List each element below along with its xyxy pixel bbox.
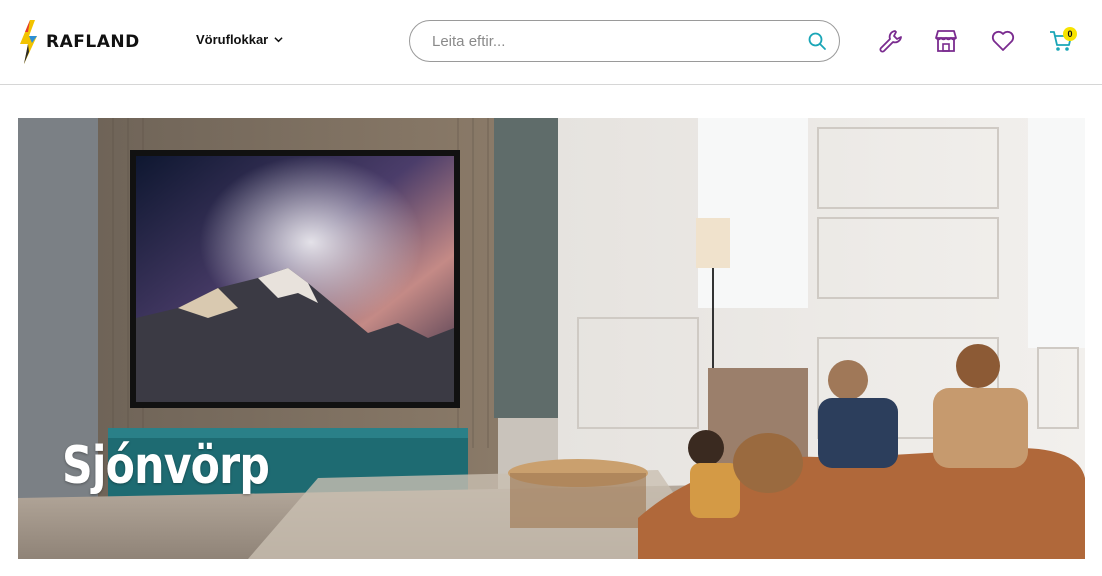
store-icon[interactable] <box>933 28 959 54</box>
lightning-bolt-icon <box>20 20 37 64</box>
site-header: RAFLAND Vöruflokkar 0 <box>0 0 1102 85</box>
hero-title: Sjónvörp <box>62 436 270 496</box>
brand-name: RAFLAND <box>46 32 140 52</box>
hero-banner[interactable]: Sjónvörp <box>18 118 1085 559</box>
cart-count-badge: 0 <box>1063 27 1077 41</box>
search-icon[interactable] <box>807 31 827 51</box>
brand-logo[interactable]: RAFLAND <box>16 19 140 65</box>
heart-icon[interactable] <box>990 28 1016 54</box>
categories-menu-button[interactable]: Vöruflokkar <box>196 32 283 47</box>
search-input[interactable] <box>430 31 794 51</box>
chevron-down-icon <box>274 37 283 43</box>
categories-label: Vöruflokkar <box>196 32 269 47</box>
search-bar <box>409 20 840 62</box>
wrench-icon[interactable] <box>878 28 904 54</box>
